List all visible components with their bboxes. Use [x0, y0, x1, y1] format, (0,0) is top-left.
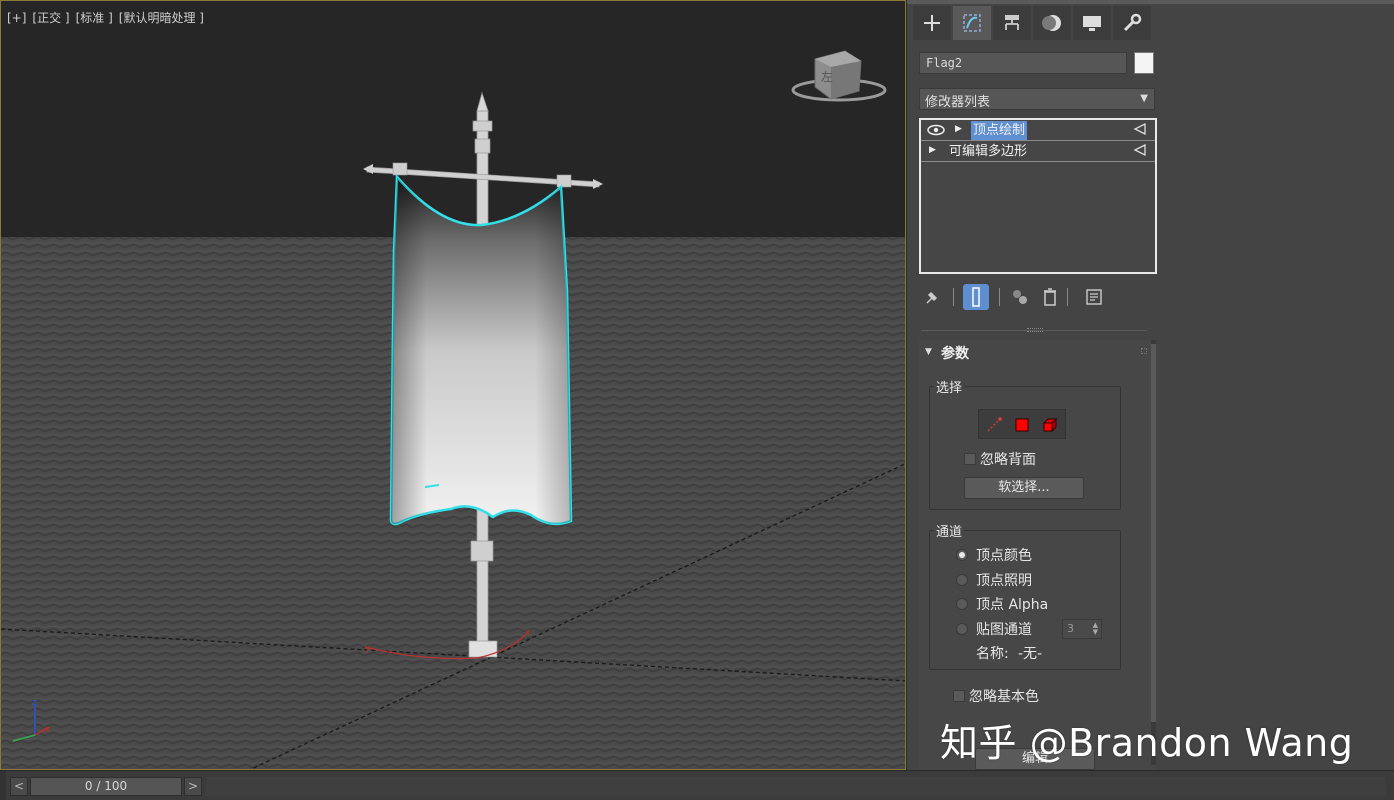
utilities-tab[interactable]	[1113, 6, 1151, 40]
motion-icon	[1042, 15, 1061, 31]
radio-vertex-illum-label: 顶点照明	[976, 573, 1032, 589]
map-name-value: -无-	[1018, 646, 1043, 662]
viewport-label-menu: [+] [正交 ] [标准 ] [默认明暗处理 ]	[7, 1, 204, 35]
svg-text:x: x	[525, 628, 531, 638]
object-color-swatch[interactable]	[1134, 52, 1154, 74]
flag-mesh[interactable]	[389, 173, 573, 526]
stack-item-editable-poly[interactable]: ▶ 可编辑多边形	[921, 141, 1155, 162]
panel-top-strip	[907, 0, 1394, 4]
rollout-header[interactable]: ▼ 参数	[919, 340, 1155, 366]
modifier-list-dropdown[interactable]: 修改器列表 ▼	[919, 88, 1155, 110]
radio-map-channel[interactable]	[956, 623, 968, 635]
command-panel-tabs	[913, 6, 1151, 42]
stack-item-label: 顶点绘制	[971, 121, 1028, 140]
pin-stack-button[interactable]	[919, 284, 945, 310]
pin-icon	[926, 291, 938, 304]
scrollbar-thumb[interactable]	[1151, 344, 1156, 722]
next-frame-button[interactable]: >	[184, 777, 202, 796]
pin-triangle-icon	[1133, 123, 1146, 135]
radio-vertex-color-label: 顶点颜色	[976, 548, 1032, 564]
watermark-text: 知乎 @Brandon Wang	[940, 721, 1354, 765]
selection-level-icons	[978, 409, 1066, 439]
map-channel-value: 3	[1067, 622, 1074, 635]
time-slider[interactable]: 0 / 100	[30, 777, 182, 796]
selection-group-title: 选择	[934, 377, 965, 396]
display-tab[interactable]	[1073, 6, 1111, 40]
ignore-base-color-checkbox[interactable]	[953, 690, 965, 702]
radio-vertex-color[interactable]	[956, 549, 968, 561]
chevron-down-icon: ▼	[1140, 93, 1148, 104]
configure-icon	[1086, 289, 1102, 305]
axis-z-label: z	[32, 698, 37, 708]
pin-triangle-icon	[1133, 144, 1146, 156]
make-unique-icon	[1013, 290, 1027, 304]
element-select-icon[interactable]	[1041, 416, 1059, 434]
hierarchy-icon	[1005, 15, 1019, 30]
modify-icon	[963, 14, 981, 32]
motion-tab[interactable]	[1033, 6, 1071, 40]
viewport-menu-plus[interactable]: [+]	[7, 1, 26, 35]
end-result-icon	[972, 287, 980, 307]
prev-frame-button[interactable]: <	[10, 777, 28, 796]
stack-toolbar	[919, 284, 1159, 310]
viewport-menu-shading[interactable]: [默认明暗处理 ]	[119, 1, 204, 35]
spinner-arrows-icon[interactable]: ▲ ▼	[1093, 622, 1098, 636]
object-name-field[interactable]: Flag2	[919, 52, 1127, 74]
modifier-list-label: 修改器列表	[925, 95, 991, 110]
perspective-viewport[interactable]: y x 左 z x [+] [正交 ] [标准 ] [默认明暗处理]	[0, 0, 906, 770]
make-unique-button[interactable]	[1007, 284, 1033, 310]
plus-icon	[924, 15, 940, 31]
selection-group: 选择 忽略背面 软选择...	[929, 377, 1121, 510]
radio-vertex-illum[interactable]	[956, 574, 968, 586]
time-slider-bar: < 0 / 100 >	[0, 770, 1394, 800]
divider-grip[interactable]	[1027, 328, 1043, 332]
channel-group-title: 通道	[934, 521, 965, 540]
rollout-grip-icon[interactable]	[1141, 348, 1147, 354]
hierarchy-tab[interactable]	[993, 6, 1031, 40]
eye-icon[interactable]	[927, 124, 945, 136]
remove-modifier-button[interactable]	[1037, 284, 1063, 310]
timeline-handle[interactable]	[0, 771, 6, 800]
display-icon	[1083, 16, 1101, 31]
channel-group: 通道 顶点颜色 顶点照明 顶点 Alpha 贴图通道 3 ▲ ▼ 名称: -无-	[929, 521, 1121, 670]
panel-scrollbar[interactable]	[1151, 340, 1156, 765]
rollout-title: 参数	[941, 346, 969, 362]
create-tab[interactable]	[913, 6, 951, 40]
map-name-label: 名称:	[976, 646, 1009, 662]
radio-map-channel-label: 贴图通道	[976, 622, 1032, 638]
viewcube-face-label: 左	[821, 69, 833, 84]
app-window: y x 左 z x [+] [正交 ] [标准 ] [默认明暗处理] Flag…	[0, 0, 1394, 800]
modify-tab[interactable]	[953, 6, 991, 40]
ignore-backface-checkbox[interactable]	[964, 453, 976, 465]
expand-arrow-icon[interactable]: ▶	[929, 145, 936, 155]
radio-vertex-alpha-label: 顶点 Alpha	[976, 597, 1049, 613]
timeline-track[interactable]	[206, 777, 1386, 796]
collapse-arrow-icon[interactable]: ▼	[925, 347, 932, 357]
viewport-menu-camera[interactable]: [标准 ]	[76, 1, 113, 35]
trash-icon	[1044, 288, 1056, 306]
axis-x-label: x	[45, 725, 51, 735]
parameters-rollout: ▼ 参数 选择 忽略背面 软选择... 通道 顶点颜色 顶点照明 顶点 Alph…	[919, 340, 1155, 770]
modifier-stack[interactable]: ▶ 顶点绘制 ▶ 可编辑多边形	[919, 118, 1157, 274]
configure-sets-button[interactable]	[1081, 284, 1107, 310]
map-channel-spinner[interactable]: 3 ▲ ▼	[1062, 619, 1102, 639]
soft-selection-button[interactable]: 软选择...	[964, 477, 1084, 499]
show-end-result-button[interactable]	[963, 284, 989, 310]
viewport-canvas[interactable]: y x 左 z x	[1, 1, 906, 770]
viewport-menu-view[interactable]: [正交 ]	[32, 1, 69, 35]
expand-arrow-icon[interactable]: ▶	[955, 124, 962, 134]
svg-text:y: y	[365, 644, 371, 654]
face-select-icon[interactable]	[1013, 416, 1031, 434]
ignore-backface-label: 忽略背面	[980, 452, 1036, 468]
vertex-select-icon[interactable]	[985, 416, 1003, 434]
command-panel: Flag2 修改器列表 ▼ ▶ 顶点绘制 ▶ 可编辑多边形 ▼ 参数 选择 忽略…	[906, 0, 1394, 770]
radio-vertex-alpha[interactable]	[956, 598, 968, 610]
ignore-base-color-label: 忽略基本色	[969, 689, 1039, 705]
stack-item-vertex-paint[interactable]: ▶ 顶点绘制	[921, 120, 1155, 141]
stack-item-label: 可编辑多边形	[949, 144, 1028, 159]
wrench-icon	[1123, 13, 1142, 32]
